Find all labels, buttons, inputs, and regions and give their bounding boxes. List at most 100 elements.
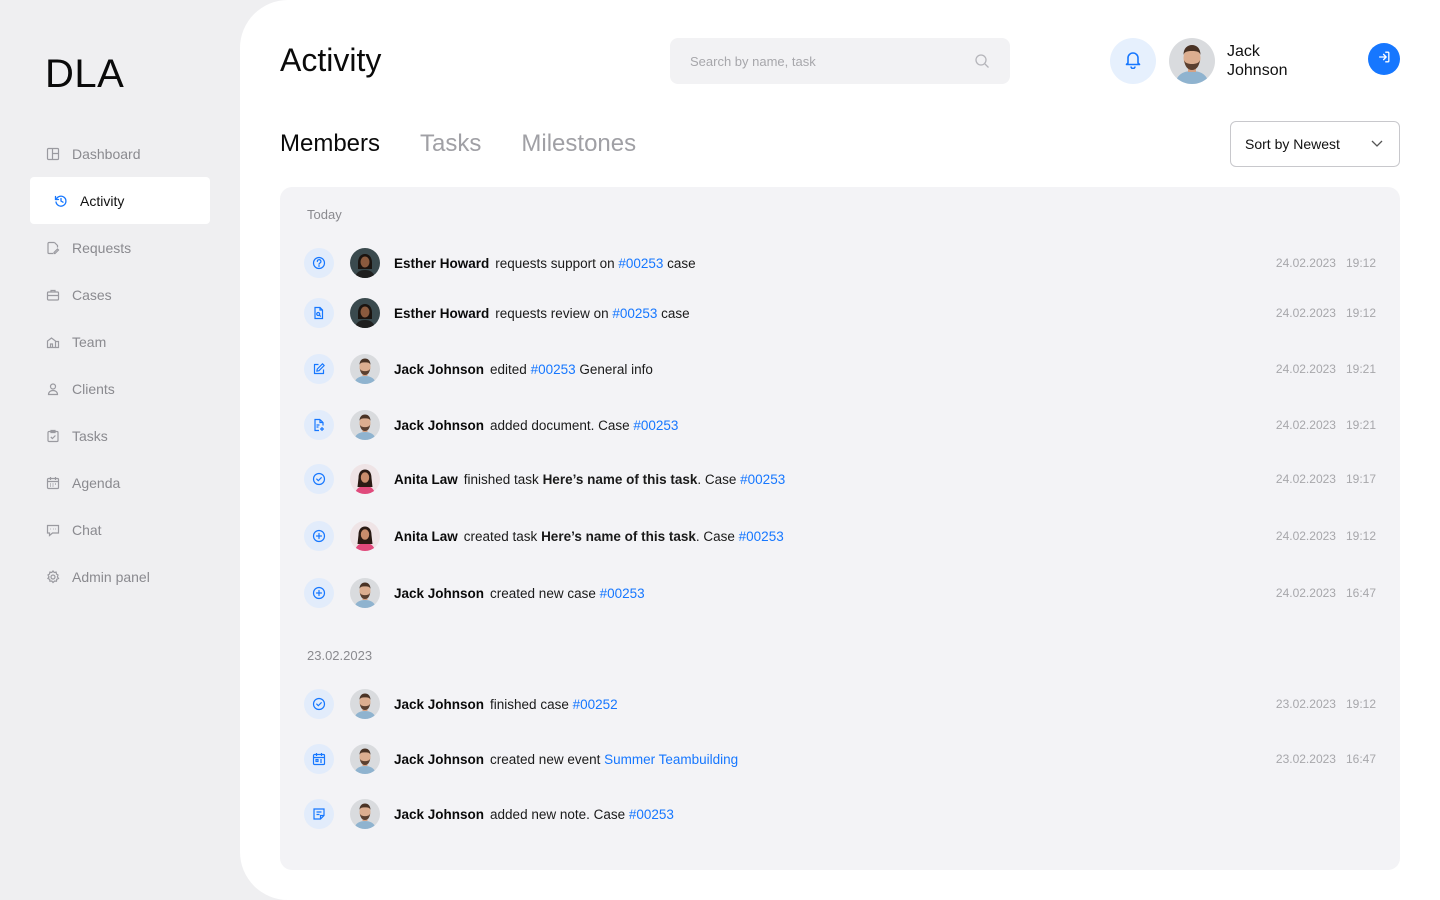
avatar[interactable] — [350, 354, 380, 384]
activity-row: Jack Johnson edited #00253 General info 24… — [304, 353, 1376, 385]
document-add-icon — [304, 410, 334, 440]
activity-date: 24.02.2023 — [1275, 256, 1336, 270]
activity-user[interactable]: Jack Johnson — [394, 807, 484, 822]
activity-desc: added new note. Case — [490, 806, 629, 822]
check-circle-icon — [304, 464, 334, 494]
activity-link[interactable]: Summer Teambuilding — [604, 752, 738, 767]
activity-row: Anita Law finished task Here’s name of th… — [304, 463, 1376, 495]
activity-timestamp: 23.02.2023 16:47 — [1276, 752, 1376, 766]
activity-text: Jack Johnson edited #00253 General info — [394, 362, 653, 377]
activity-desc: edited — [490, 361, 531, 377]
activity-desc: added document. Case — [490, 417, 634, 433]
sidebar-item-team[interactable]: Team — [30, 318, 210, 365]
activity-link[interactable]: #00253 — [633, 418, 678, 433]
activity-text: Jack Johnson added new note. Case #00253 — [394, 807, 674, 822]
activity-user[interactable]: Anita Law — [394, 472, 458, 487]
activity-text: Jack Johnson created new case #00253 — [394, 586, 645, 601]
sidebar-item-dashboard[interactable]: Dashboard — [30, 130, 210, 177]
calendar-event-icon — [304, 744, 334, 774]
avatar[interactable] — [350, 464, 380, 494]
search-bar[interactable] — [670, 38, 1010, 84]
sidebar-item-agenda[interactable]: Agenda — [30, 459, 210, 506]
activity-desc: . Case — [697, 471, 741, 487]
tab-members[interactable]: Members — [280, 130, 380, 158]
activity-link[interactable]: #00253 — [739, 529, 784, 544]
sidebar: DLA Dashboard Activity Requests Cases Team Cl… — [0, 0, 240, 900]
activity-timestamp: 24.02.2023 19:12 — [1276, 306, 1376, 320]
group-date-label: Today — [307, 207, 342, 222]
sidebar-item-requests[interactable]: Requests — [30, 224, 210, 271]
sidebar-item-cases[interactable]: Cases — [30, 271, 210, 318]
activity-text: Jack Johnson created new event Summer Tea… — [394, 752, 738, 767]
user-profile[interactable]: Jack Johnson — [1169, 38, 1317, 84]
search-input[interactable] — [690, 53, 974, 69]
activity-row: Jack Johnson added new note. Case #00253 — [304, 798, 1376, 830]
sidebar-item-activity[interactable]: Activity — [30, 177, 210, 224]
activity-user[interactable]: Jack Johnson — [394, 752, 484, 767]
activity-row: Anita Law created task Here’s name of thi… — [304, 520, 1376, 552]
dashboard-icon — [46, 147, 60, 161]
activity-row: Esther Howard requests support on #00253 … — [304, 247, 1376, 279]
activity-desc: . Case — [695, 528, 739, 544]
activity-link[interactable]: #00253 — [629, 807, 674, 822]
user-name: Jack Johnson — [1227, 42, 1317, 80]
activity-desc: requests support on — [495, 255, 619, 271]
activity-timestamp: 24.02.2023 19:12 — [1276, 529, 1376, 543]
question-circle-icon — [304, 248, 334, 278]
notifications-button[interactable] — [1110, 38, 1156, 84]
activity-time: 19:12 — [1345, 306, 1376, 320]
tab-tasks[interactable]: Tasks — [420, 130, 481, 158]
sidebar-item-admin-panel[interactable]: Admin panel — [30, 553, 210, 600]
avatar[interactable] — [350, 689, 380, 719]
page-title: Activity — [280, 42, 382, 78]
activity-user[interactable]: Jack Johnson — [394, 697, 484, 712]
activity-date: 24.02.2023 — [1275, 529, 1336, 543]
avatar[interactable] — [350, 744, 380, 774]
activity-time: 19:17 — [1345, 472, 1376, 486]
activity-row: Esther Howard requests review on #00253 c… — [304, 297, 1376, 329]
avatar[interactable] — [350, 799, 380, 829]
activity-time: 19:21 — [1345, 362, 1376, 376]
task-name: Here’s name of this task — [541, 528, 696, 544]
activity-desc: finished case — [490, 696, 573, 712]
activity-time: 19:12 — [1345, 256, 1376, 270]
activity-user[interactable]: Esther Howard — [394, 256, 489, 271]
activity-user[interactable]: Anita Law — [394, 529, 458, 544]
avatar[interactable] — [350, 521, 380, 551]
gear-icon — [46, 569, 60, 584]
activity-link[interactable]: #00253 — [740, 472, 785, 487]
tab-milestones[interactable]: Milestones — [521, 130, 636, 158]
activity-link[interactable]: #00252 — [573, 697, 618, 712]
activity-user[interactable]: Jack Johnson — [394, 586, 484, 601]
sidebar-item-label: Tasks — [72, 427, 108, 444]
activity-user[interactable]: Jack Johnson — [394, 362, 484, 377]
activity-link[interactable]: #00253 — [618, 256, 663, 271]
logout-button[interactable] — [1368, 43, 1400, 75]
activity-link[interactable]: #00253 — [600, 586, 645, 601]
history-icon — [54, 194, 68, 208]
avatar[interactable] — [350, 248, 380, 278]
sidebar-item-clients[interactable]: Clients — [30, 365, 210, 412]
activity-text: Esther Howard requests support on #00253 … — [394, 256, 696, 271]
avatar[interactable] — [350, 578, 380, 608]
logout-icon — [1377, 50, 1391, 69]
activity-link[interactable]: #00253 — [531, 362, 576, 377]
avatar[interactable] — [350, 410, 380, 440]
activity-desc: General info — [575, 361, 653, 377]
activity-text: Anita Law finished task Here’s name of th… — [394, 472, 785, 487]
sidebar-item-tasks[interactable]: Tasks — [30, 412, 210, 459]
user-icon — [46, 382, 60, 396]
avatar[interactable] — [1169, 38, 1215, 84]
activity-timestamp: 23.02.2023 19:12 — [1276, 697, 1376, 711]
avatar[interactable] — [350, 298, 380, 328]
search-icon[interactable] — [974, 53, 990, 69]
activity-user[interactable]: Jack Johnson — [394, 418, 484, 433]
activity-link[interactable]: #00253 — [612, 306, 657, 321]
sort-dropdown[interactable]: Sort by Newest — [1230, 121, 1400, 167]
sidebar-item-label: Team — [72, 333, 107, 350]
document-search-icon — [304, 298, 334, 328]
sidebar-item-chat[interactable]: Chat — [30, 506, 210, 553]
activity-timestamp: 24.02.2023 16:47 — [1276, 586, 1376, 600]
activity-user[interactable]: Esther Howard — [394, 306, 489, 321]
activity-desc: created new case — [490, 585, 600, 601]
